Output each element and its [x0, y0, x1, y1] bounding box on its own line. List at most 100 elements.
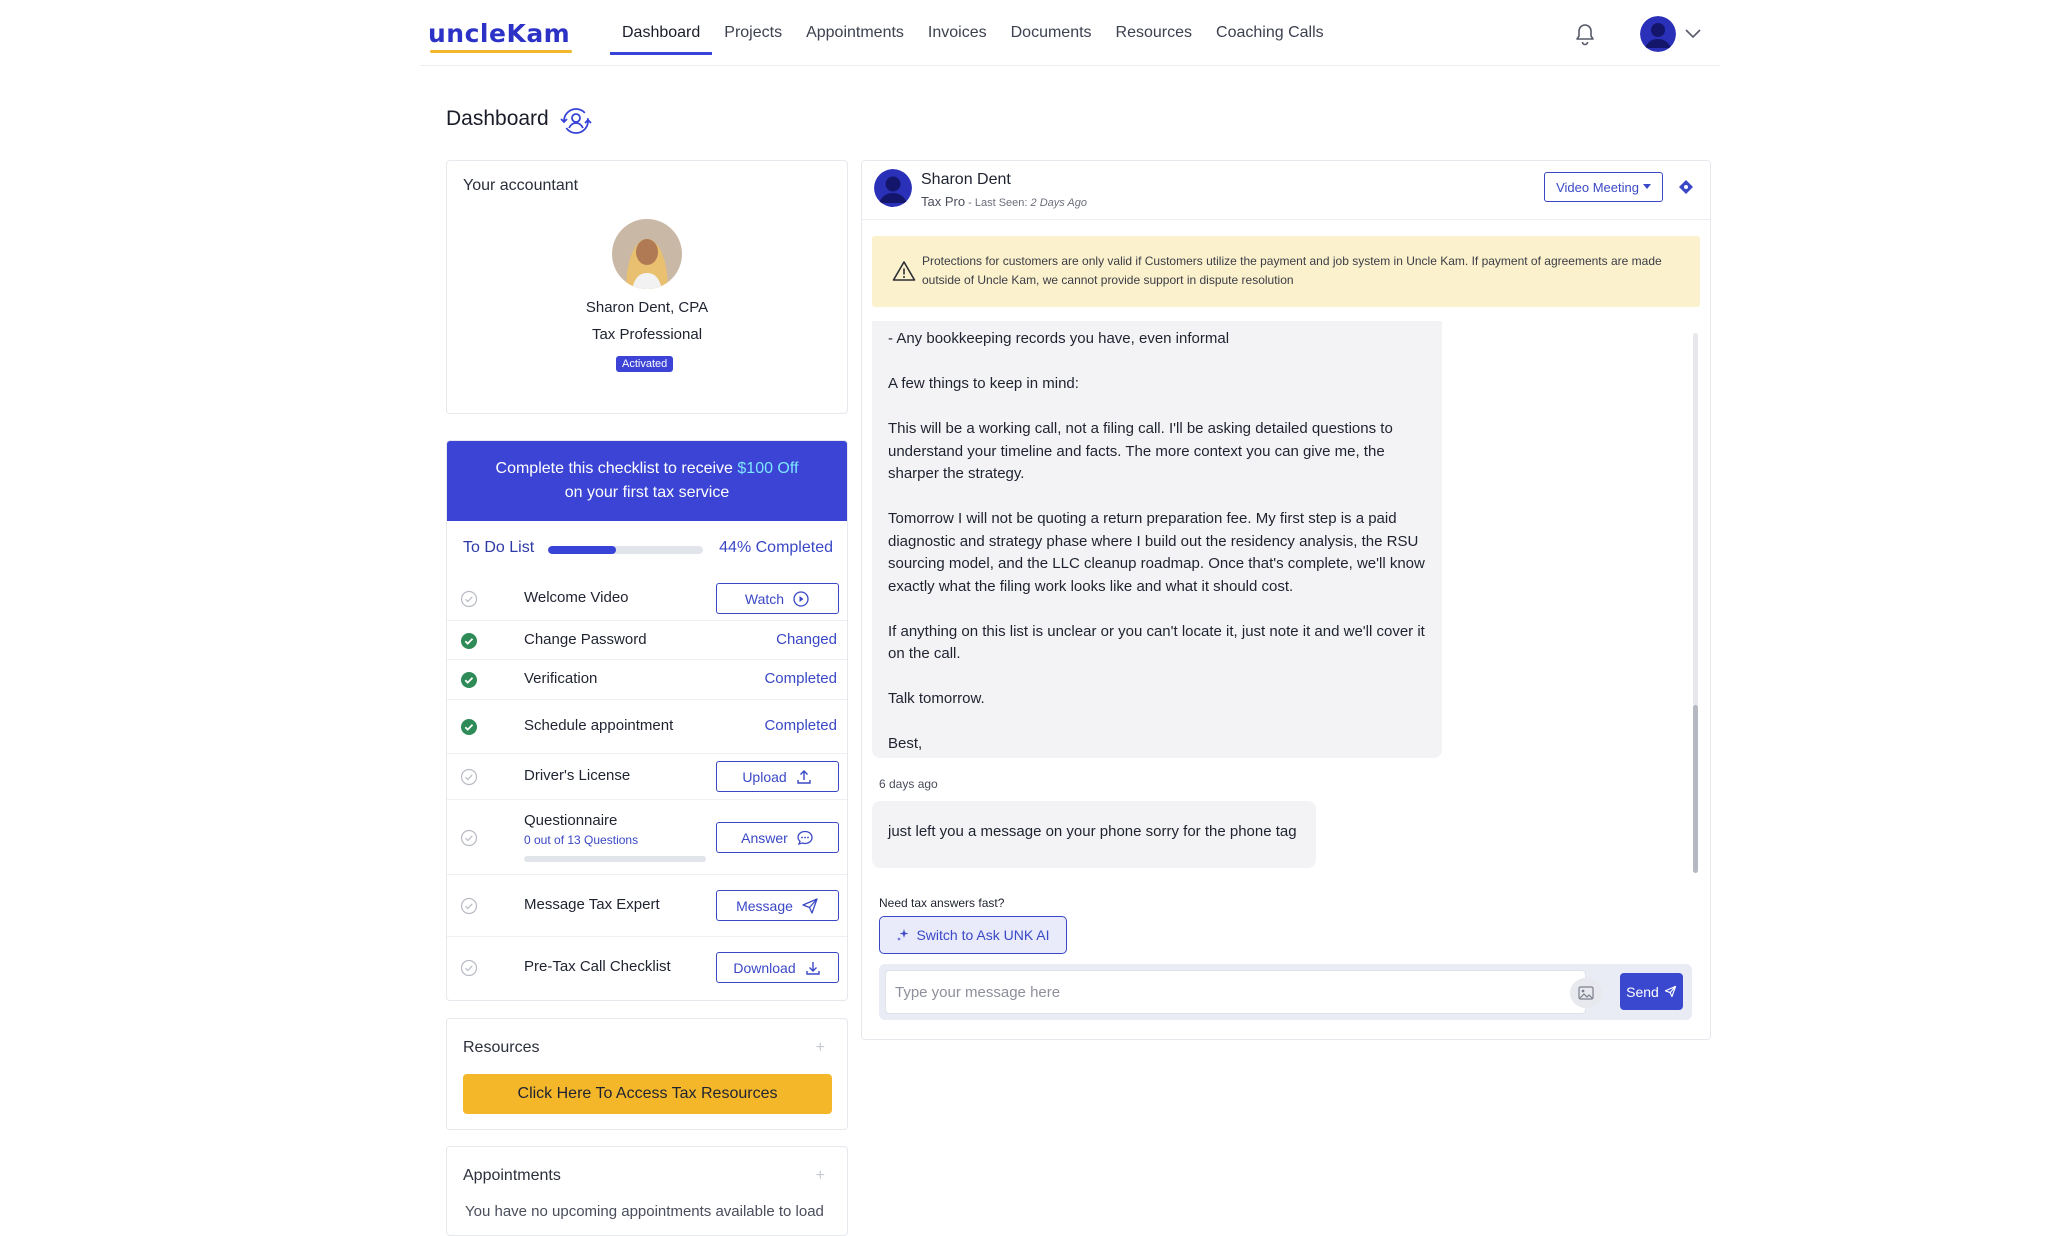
message-input[interactable]: [885, 970, 1586, 1014]
resources-card: Resources + Click Here To Access Tax Res…: [446, 1018, 848, 1130]
warning-icon: [892, 261, 916, 281]
page-title: Dashboard: [446, 107, 549, 130]
questionnaire-progress-bar: [524, 856, 706, 862]
resources-heading: Resources: [463, 1039, 540, 1056]
pending-check-icon: [460, 590, 478, 608]
message-bubble: just left you a message on your phone so…: [872, 801, 1316, 868]
accountant-photo: [612, 219, 682, 289]
appointments-empty-text: You have no upcoming appointments availa…: [465, 1203, 824, 1220]
bell-icon[interactable]: [1573, 22, 1597, 48]
diamond-info-icon[interactable]: [1678, 179, 1694, 195]
todo-progress-label: 44% Completed: [719, 539, 833, 556]
watch-button-label: Watch: [744, 590, 785, 607]
promo-highlight: $100 Off: [737, 460, 799, 477]
answer-button[interactable]: Answer: [716, 822, 839, 853]
resources-expand-toggle[interactable]: +: [816, 1039, 825, 1057]
todo-item-change-password: Change Password Changed: [447, 621, 847, 660]
message-paragraph: Tomorrow I will not be quoting a return …: [888, 510, 1425, 595]
todo-item-verification: Verification Completed: [447, 660, 847, 700]
checklist-promo-banner: Complete this checklist to receive $100 …: [447, 441, 847, 521]
todo-item-label: Change Password: [524, 631, 647, 648]
nav-projects[interactable]: Projects: [712, 0, 794, 66]
attach-image-button[interactable]: [1570, 978, 1602, 1008]
todo-item-status: Completed: [764, 717, 837, 734]
nav-resources[interactable]: Resources: [1104, 0, 1204, 66]
message-paragraph: Talk tomorrow.: [888, 690, 985, 707]
send-icon: [802, 897, 818, 914]
todo-item-message-tax-expert: Message Tax Expert Message: [447, 875, 847, 937]
caret-down-icon: [1642, 184, 1651, 189]
status-badge: Activated: [616, 356, 674, 372]
access-tax-resources-button[interactable]: Click Here To Access Tax Resources: [463, 1074, 832, 1114]
todo-item-schedule-appointment: Schedule appointment Completed: [447, 700, 847, 754]
message-composer: Send: [879, 964, 1692, 1020]
chat-panel: Sharon Dent Tax Pro - Last Seen: 2 Days …: [861, 160, 1711, 1040]
promo-suffix: on your first tax service: [564, 484, 730, 501]
todo-item-label: Schedule appointment: [524, 717, 674, 734]
message-paragraph: This will be a working call, not a filin…: [888, 420, 1393, 482]
ai-prompt-label: Need tax answers fast?: [879, 896, 1005, 910]
todo-item-status: Changed: [776, 631, 837, 648]
completed-check-icon: [461, 719, 477, 735]
send-button[interactable]: Send: [1620, 973, 1683, 1010]
message-paragraph: Best,: [888, 735, 923, 752]
switch-to-ai-button[interactable]: Switch to Ask UNK AI: [879, 916, 1067, 954]
nav-documents[interactable]: Documents: [999, 0, 1104, 66]
nav-appointments[interactable]: Appointments: [794, 0, 916, 66]
switch-to-ai-label: Switch to Ask UNK AI: [916, 927, 1050, 943]
pending-check-icon: [460, 768, 478, 786]
nav-dashboard[interactable]: Dashboard: [610, 0, 713, 66]
accountant-heading: Your accountant: [463, 177, 579, 194]
contact-role: Tax Pro: [921, 194, 966, 209]
video-meeting-dropdown[interactable]: Video Meeting: [1544, 172, 1663, 202]
last-seen-label: - Last Seen:: [965, 197, 1031, 209]
todo-item-questionnaire: Questionnaire 0 out of 13 Questions Answ…: [447, 800, 847, 875]
send-icon: [1664, 985, 1676, 998]
scrollbar-thumb[interactable]: [1693, 705, 1698, 873]
payment-protection-warning: Protections for customers are only valid…: [872, 236, 1700, 307]
upload-button-label: Upload: [742, 768, 787, 785]
message-paragraph: If anything on this list is unclear or y…: [888, 622, 1425, 663]
thread-scrollbar[interactable]: [1693, 333, 1698, 873]
contact-meta: Tax Pro - Last Seen: 2 Days Ago: [921, 194, 1087, 209]
contact-avatar: [874, 169, 912, 207]
sync-user-icon[interactable]: [558, 104, 594, 138]
promo-prefix: Complete this checklist to receive: [495, 460, 738, 477]
todo-item-label: Pre-Tax Call Checklist: [524, 958, 671, 975]
todo-item-label: Questionnaire: [524, 812, 618, 829]
completed-check-icon: [461, 672, 477, 688]
play-circle-icon: [793, 590, 809, 607]
warning-text: Protections for customers are only valid…: [922, 254, 1662, 287]
accountant-name: Sharon Dent, CPA: [585, 299, 709, 316]
todo-item-label: Welcome Video: [524, 589, 629, 606]
upload-icon: [796, 769, 811, 784]
main-nav: Dashboard Projects Appointments Invoices…: [610, 0, 1336, 66]
message-button[interactable]: Message: [716, 890, 839, 921]
todo-item-label: Driver's License: [524, 767, 631, 784]
unclekam-logo[interactable]: uncleKam: [428, 19, 572, 53]
sparkle-icon: [897, 929, 909, 941]
user-avatar[interactable]: [1640, 16, 1676, 52]
chat-header: Sharon Dent Tax Pro - Last Seen: 2 Days …: [862, 161, 1710, 220]
logo-text: uncleKam: [428, 19, 571, 48]
chevron-down-icon[interactable]: [1684, 26, 1702, 40]
todo-item-label: Verification: [524, 670, 598, 687]
nav-invoices[interactable]: Invoices: [916, 0, 999, 66]
todo-item-welcome-video: Welcome Video Watch: [447, 576, 847, 621]
checklist-card: Complete this checklist to receive $100 …: [446, 440, 848, 1001]
todo-item-drivers-license: Driver's License Upload: [447, 754, 847, 800]
accountant-role: Tax Professional: [591, 326, 703, 343]
appointments-expand-toggle[interactable]: +: [816, 1167, 825, 1185]
download-button[interactable]: Download: [716, 952, 839, 983]
pending-check-icon: [460, 959, 478, 977]
pending-check-icon: [460, 829, 478, 847]
upload-button[interactable]: Upload: [716, 761, 839, 792]
nav-coaching-calls[interactable]: Coaching Calls: [1204, 0, 1336, 66]
todo-progress-fill: [548, 546, 617, 554]
watch-button[interactable]: Watch: [716, 583, 839, 614]
accountant-card: Your accountant Sharon Dent, CPA Tax Pro…: [446, 160, 848, 414]
message-timestamp: 6 days ago: [879, 777, 938, 791]
todo-item-pre-tax-call-checklist: Pre-Tax Call Checklist Download: [447, 937, 847, 1000]
todo-header: To Do List 44% Completed: [463, 537, 833, 561]
todo-item-label: Message Tax Expert: [524, 896, 660, 913]
